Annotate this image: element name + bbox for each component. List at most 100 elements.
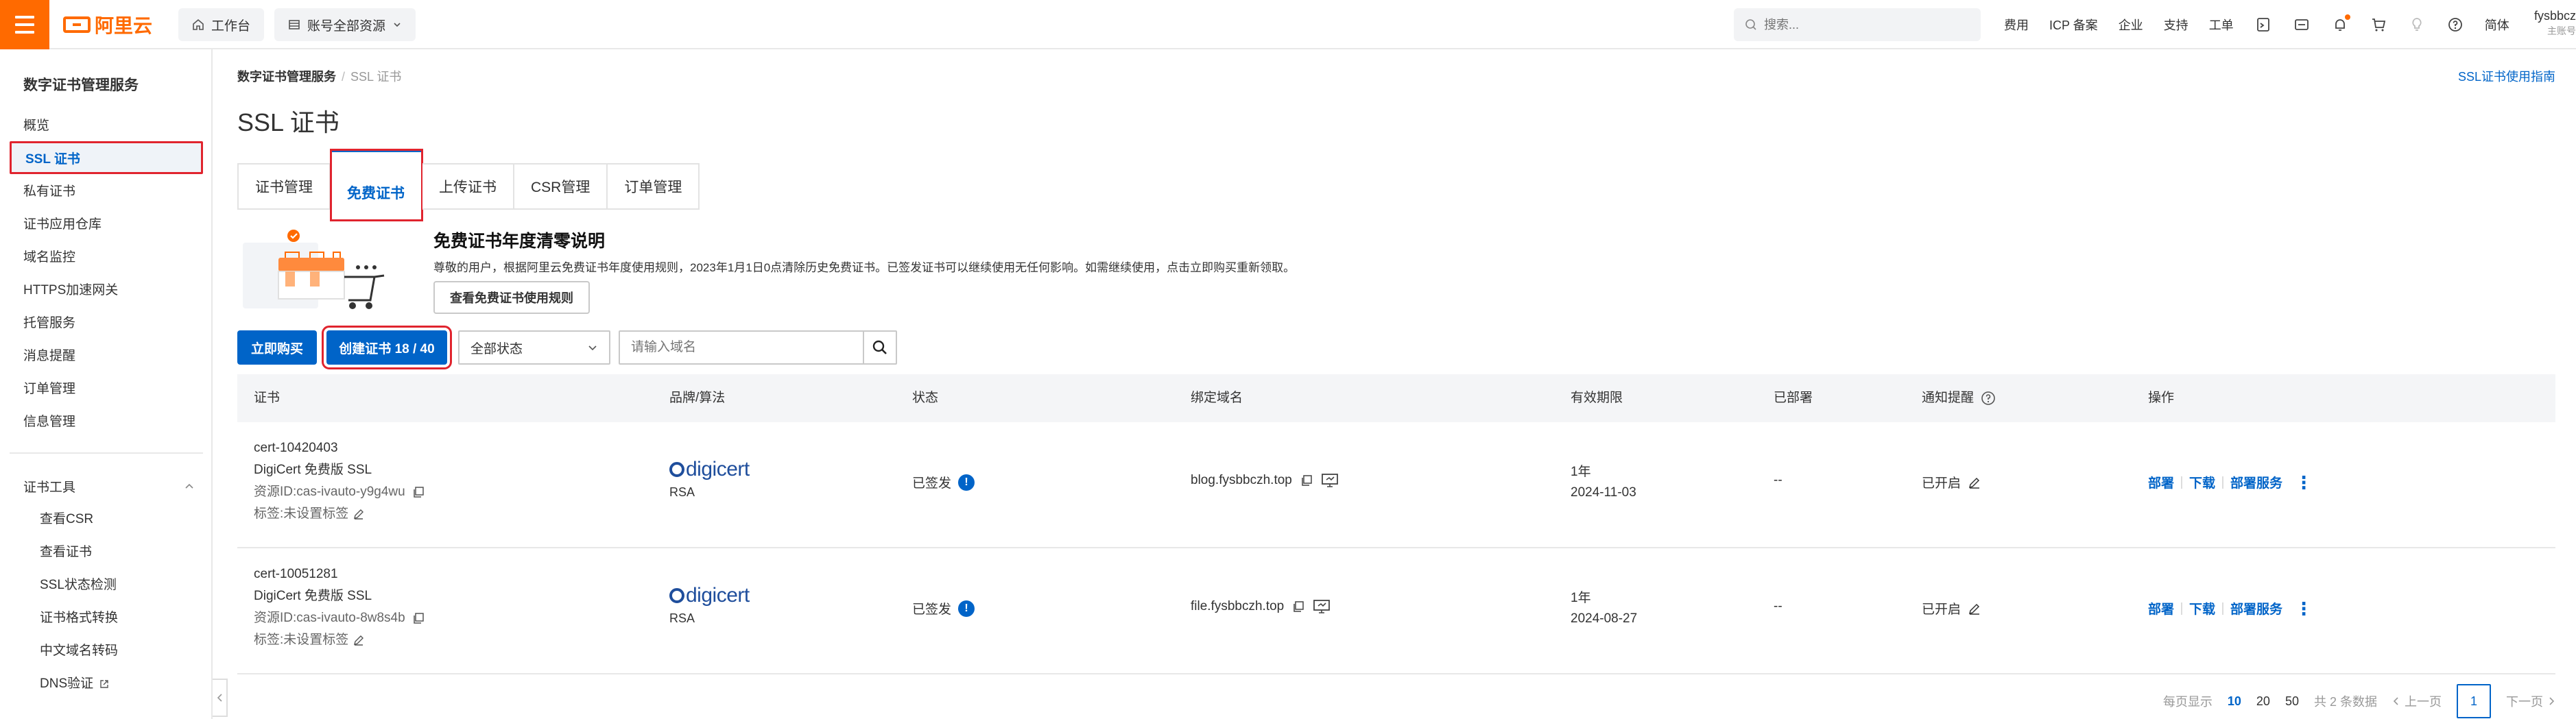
col-operations: 操作 [2148,391,2175,405]
sidebar-item-private-cert[interactable]: 私有证书 [23,175,75,208]
resource-id-row: 资源ID:cas-ivauto-y9g4wu [254,481,425,503]
next-page-button[interactable]: 下一页 [2506,692,2555,710]
ssl-guide-link[interactable]: SSL证书使用指南 [2458,67,2555,85]
sidebar-item-domain-monitor[interactable]: 域名监控 [23,241,75,274]
sidebar-item-cert-repo[interactable]: 证书应用仓库 [23,208,102,241]
copy-icon[interactable] [412,612,425,624]
sidebar-item-format-convert[interactable]: 证书格式转换 [40,602,118,635]
lightbulb-icon[interactable] [2408,16,2426,34]
tab-upload-cert[interactable]: 上传证书 [422,163,514,210]
fee-link[interactable]: 费用 [2004,16,2029,34]
brand-name: digicert [686,458,750,480]
support-link[interactable]: 支持 [2164,16,2189,34]
sidebar-item-punycode[interactable]: 中文域名转码 [40,635,118,668]
resource-id: 资源ID:cas-ivauto-8w8s4b [254,611,405,625]
next-page-label: 下一页 [2506,695,2543,709]
copy-icon[interactable] [1292,600,1304,613]
sidebar-item-view-cert[interactable]: 查看证书 [40,536,92,569]
tags-row[interactable]: 标签:未设置标签 [254,629,425,651]
tab-csr-management[interactable]: CSR管理 [514,163,608,210]
digicert-logo-mark [669,462,684,477]
sidebar-item-managed-service[interactable]: 托管服务 [23,307,75,340]
icp-link[interactable]: ICP 备案 [2049,16,2098,34]
create-cert-button[interactable]: 创建证书 18 / 40 [322,326,452,369]
more-actions-icon[interactable]: ⋮ [2295,600,2313,618]
pagination: 每页显示 10 20 50 共 2 条数据 上一页 1 下一页 [2163,684,2555,718]
cart-icon[interactable] [2370,16,2387,34]
cert-id: cert-10051281 [254,567,338,581]
sidebar-collapse-toggle[interactable] [213,679,228,717]
aliyun-logo[interactable]: 阿里云 [63,14,152,36]
user-account[interactable]: fysbbcz 主账号 [2534,8,2576,38]
status-filter-select[interactable]: 全部状态 [458,330,610,365]
monitor-icon[interactable] [1321,473,1339,488]
help-icon[interactable] [2446,16,2464,34]
page-title: SSL 证书 [237,108,339,136]
domain-text: file.fysbbczh.top [1191,599,1285,613]
page-size-10[interactable]: 10 [2228,694,2241,709]
menu-icon[interactable] [0,0,49,49]
sidebar-item-https-gateway[interactable]: HTTPS加速网关 [23,274,118,307]
tags-row[interactable]: 标签:未设置标签 [254,503,425,525]
more-actions-icon[interactable]: ⋮ [2295,474,2313,491]
deploy-link[interactable]: 部署 [2148,599,2174,618]
breadcrumb-root[interactable]: 数字证书管理服务 [237,70,336,84]
sidebar-group-cert-tools[interactable]: 证书工具 [23,477,195,496]
deploy-service-link[interactable]: 部署服务 [2230,473,2282,491]
download-link[interactable]: 下载 [2189,473,2215,491]
op-divider [2181,602,2183,615]
edit-icon[interactable] [353,634,365,646]
buy-now-button[interactable]: 立即购买 [237,330,317,365]
chevron-down-icon [588,345,597,351]
sidebar-item-dns-verify[interactable]: DNS验证 [40,668,110,700]
col-status: 状态 [912,391,939,405]
domain-search-input[interactable] [620,332,863,363]
page-size-20[interactable]: 20 [2256,694,2270,709]
user-role: 主账号 [2547,25,2576,36]
deploy-service-link[interactable]: 部署服务 [2230,599,2282,618]
copy-icon[interactable] [412,486,425,498]
ticket-link[interactable]: 工单 [2209,16,2234,34]
sidebar-item-overview[interactable]: 概览 [23,110,49,143]
tab-free-cert[interactable]: 免费证书 [330,149,423,221]
tab-cert-management[interactable]: 证书管理 [237,163,331,210]
sidebar-item-message-alert[interactable]: 消息提醒 [23,340,75,373]
sidebar-item-ssl-check[interactable]: SSL状态检测 [40,569,117,602]
enterprise-link[interactable]: 企业 [2119,16,2143,34]
copy-icon[interactable] [1300,474,1313,487]
bell-icon[interactable] [2331,14,2350,34]
search-icon [872,340,887,354]
tab-order-management[interactable]: 订单管理 [608,163,700,210]
per-page-label: 每页显示 [2162,695,2213,709]
resource-scope-dropdown[interactable]: 账号全部资源 [274,8,416,41]
monitor-icon[interactable] [1313,599,1331,614]
prev-page-button[interactable]: 上一页 [2392,692,2442,710]
sidebar-item-ssl-cert[interactable]: SSL 证书 [10,141,203,174]
info-icon[interactable]: ! [958,600,975,617]
total-count: 共 2 条数据 [2313,695,2377,709]
edit-icon[interactable] [1968,476,1981,489]
cloud-shell-icon[interactable] [2254,16,2272,34]
brand-name: digicert [686,584,750,607]
sidebar-item-info-management[interactable]: 信息管理 [23,406,75,439]
sidebar-item-order-management[interactable]: 订单管理 [23,373,75,406]
sidebar-item-view-csr[interactable]: 查看CSR [40,503,93,536]
domain-search-button[interactable] [863,332,896,363]
edit-icon[interactable] [1968,602,1981,616]
workbench-button[interactable]: 工作台 [178,8,265,41]
page-size-50[interactable]: 50 [2285,694,2299,709]
global-search[interactable] [1734,8,1981,41]
table-header: 证书 品牌/算法 状态 绑定域名 有效期限 已部署 通知提醒 操作 [237,374,2555,422]
notice-text: 尊敬的用户，根据阿里云免费证书年度使用规则，2023年1月1日0点清除历史免费证… [433,261,1296,274]
page-number-current[interactable]: 1 [2457,684,2491,718]
download-link[interactable]: 下载 [2189,599,2215,618]
view-free-cert-rules-button[interactable]: 查看免费证书使用规则 [433,281,590,314]
deploy-link[interactable]: 部署 [2148,473,2174,491]
help-icon[interactable] [1981,391,1996,406]
language-switch[interactable]: 简体 [2485,16,2509,34]
edit-icon[interactable] [353,508,365,520]
message-icon[interactable] [2293,16,2311,34]
global-search-input[interactable] [1764,17,1956,32]
info-icon[interactable]: ! [958,474,975,491]
brand-algo: digicert RSA [669,458,750,500]
